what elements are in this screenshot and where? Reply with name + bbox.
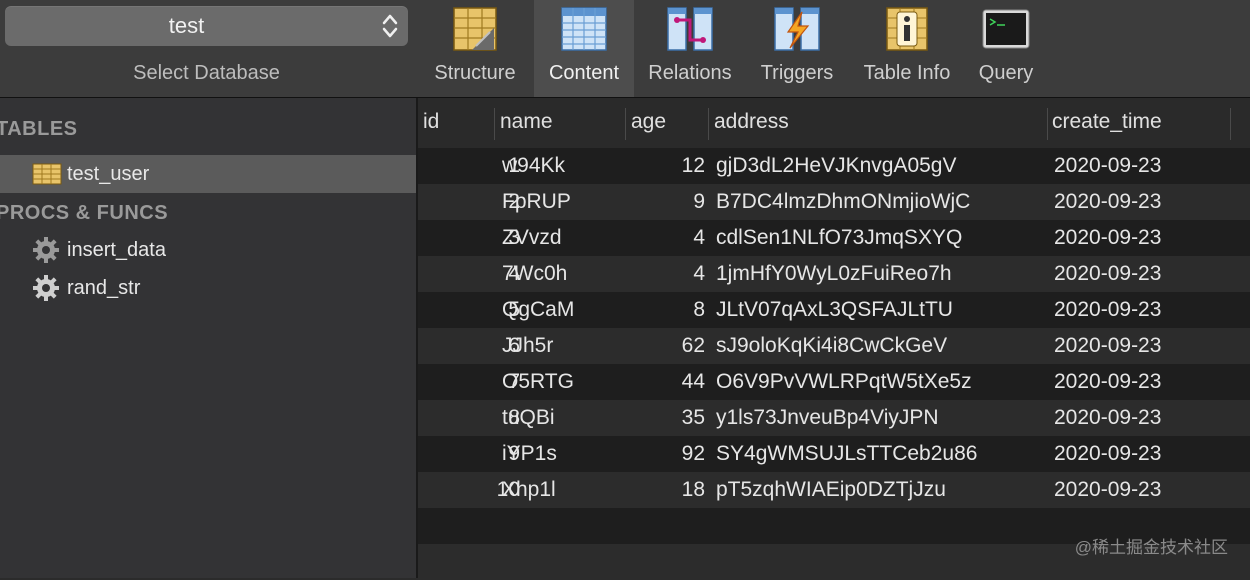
cell-address[interactable]: JLtV07qAxL3QSFAJLtTU	[716, 298, 953, 322]
table-row[interactable]: 1 w94Kk 12 gjD3dL2HeVJKnvgA05gV 2020-09-23	[418, 148, 1250, 184]
cell-age[interactable]: 35	[682, 406, 705, 430]
table-row[interactable]: 8 tuQBi 35 y1ls73JnveuBp4ViyJPN 2020-09-23	[418, 400, 1250, 436]
database-select-label: Select Database	[133, 62, 280, 84]
cell-address[interactable]: sJ9oloKqKi4i8CwCkGeV	[716, 334, 947, 358]
cell-name[interactable]: ZVvzd	[502, 226, 562, 250]
content-table: id name age address create_time 1 w94Kk 12…	[418, 98, 1250, 580]
triggers-button[interactable]: Triggers	[748, 0, 846, 97]
cell-address[interactable]: cdlSen1NLfO73JmqSXYQ	[716, 226, 962, 250]
cell-age[interactable]: 12	[682, 154, 705, 178]
relations-icon	[667, 7, 713, 51]
chevron-up-down-icon	[382, 14, 398, 38]
structure-label: Structure	[434, 62, 516, 84]
relations-label: Relations	[648, 62, 732, 84]
tables-header: TABLES	[0, 118, 78, 140]
cell-name[interactable]: Xhp1l	[502, 478, 556, 502]
cell-address[interactable]: pT5zqhWIAEip0DZTjJzu	[716, 478, 946, 502]
table-info-icon	[886, 7, 928, 51]
cell-name[interactable]: QgCaM	[502, 298, 574, 322]
column-divider[interactable]	[1047, 108, 1048, 140]
table-row[interactable]: 5 QgCaM 8 JLtV07qAxL3QSFAJLtTU 2020-09-23	[418, 292, 1250, 328]
gear-icon	[33, 237, 59, 263]
table-info-label: Table Info	[863, 62, 951, 84]
column-divider[interactable]	[1230, 108, 1231, 140]
query-icon	[982, 9, 1030, 49]
table-row[interactable]: 4 7Wc0h 4 1jmHfY0WyL0zFuiReo7h 2020-09-23	[418, 256, 1250, 292]
sidebar-item-test-user[interactable]: test_user	[0, 155, 416, 193]
query-label: Query	[978, 62, 1034, 84]
column-header-create-time[interactable]: create_time	[1052, 110, 1162, 134]
cell-name[interactable]: iYP1s	[502, 442, 557, 466]
toolbar: test Select Database Structure Content R…	[0, 0, 1250, 98]
database-select-value: test	[168, 13, 205, 38]
relations-button[interactable]: Relations	[640, 0, 740, 97]
structure-icon	[453, 7, 497, 51]
database-select[interactable]: test	[5, 6, 408, 46]
cell-address[interactable]: y1ls73JnveuBp4ViyJPN	[716, 406, 939, 430]
table-row[interactable]: 6 JJh5r 62 sJ9oloKqKi4i8CwCkGeV 2020-09-23	[418, 328, 1250, 364]
structure-button[interactable]: Structure	[420, 0, 530, 97]
cell-address[interactable]: 1jmHfY0WyL0zFuiReo7h	[716, 262, 952, 286]
cell-create-time[interactable]: 2020-09-23	[1054, 406, 1161, 430]
sidebar-item-rand-str[interactable]: rand_str	[0, 269, 416, 307]
cell-create-time[interactable]: 2020-09-23	[1054, 262, 1161, 286]
cell-create-time[interactable]: 2020-09-23	[1054, 154, 1161, 178]
column-divider[interactable]	[708, 108, 709, 140]
gear-icon	[33, 275, 59, 301]
table-row[interactable]: 3 ZVvzd 4 cdlSen1NLfO73JmqSXYQ 2020-09-23	[418, 220, 1250, 256]
cell-age[interactable]: 9	[693, 190, 705, 214]
column-header-name[interactable]: name	[500, 110, 553, 134]
table-row[interactable]: 7 O5RTG 44 O6V9PvVWLRPqtW5tXe5z 2020-09-23	[418, 364, 1250, 400]
sidebar-item-label: test_user	[67, 163, 150, 185]
sidebar-item-label: insert_data	[67, 239, 166, 261]
triggers-label: Triggers	[760, 62, 834, 84]
cell-create-time[interactable]: 2020-09-23	[1054, 442, 1161, 466]
table-icon	[32, 163, 62, 185]
cell-create-time[interactable]: 2020-09-23	[1054, 190, 1161, 214]
cell-age[interactable]: 8	[693, 298, 705, 322]
content-label: Content	[548, 62, 620, 84]
cell-create-time[interactable]: 2020-09-23	[1054, 370, 1161, 394]
cell-create-time[interactable]: 2020-09-23	[1054, 298, 1161, 322]
column-header-age[interactable]: age	[631, 110, 666, 134]
cell-age[interactable]: 4	[693, 226, 705, 250]
table-row[interactable]: 2 FpRUP 9 B7DC4lmzDhmONmjioWjC 2020-09-23	[418, 184, 1250, 220]
column-header-id[interactable]: id	[423, 110, 439, 134]
sidebar: TABLES test_user PROCS & FUNCS insert_da…	[0, 98, 418, 578]
procs-header: PROCS & FUNCS	[0, 202, 169, 224]
column-divider[interactable]	[494, 108, 495, 140]
table-info-button[interactable]: Table Info	[852, 0, 962, 97]
cell-create-time[interactable]: 2020-09-23	[1054, 334, 1161, 358]
cell-address[interactable]: gjD3dL2HeVJKnvgA05gV	[716, 154, 957, 178]
cell-age[interactable]: 62	[682, 334, 705, 358]
cell-age[interactable]: 18	[682, 478, 705, 502]
watermark: @稀土掘金技术社区	[1074, 538, 1228, 557]
cell-create-time[interactable]: 2020-09-23	[1054, 226, 1161, 250]
query-button[interactable]: Query	[966, 0, 1046, 97]
cell-address[interactable]: SY4gWMSUJLsTTCeb2u86	[716, 442, 977, 466]
cell-age[interactable]: 44	[682, 370, 705, 394]
triggers-icon	[774, 7, 820, 51]
table-header: id name age address create_time	[418, 98, 1250, 148]
column-header-address[interactable]: address	[714, 110, 789, 134]
cell-name[interactable]: O5RTG	[502, 370, 574, 394]
table-row[interactable]: 9 iYP1s 92 SY4gWMSUJLsTTCeb2u86 2020-09-23	[418, 436, 1250, 472]
cell-name[interactable]: 7Wc0h	[502, 262, 567, 286]
cell-age[interactable]: 4	[693, 262, 705, 286]
content-icon	[561, 7, 607, 51]
cell-create-time[interactable]: 2020-09-23	[1054, 478, 1161, 502]
sidebar-item-insert-data[interactable]: insert_data	[0, 231, 416, 269]
table-row[interactable]: 10 Xhp1l 18 pT5zqhWIAEip0DZTjJzu 2020-09-23	[418, 472, 1250, 508]
content-button[interactable]: Content	[534, 0, 634, 97]
cell-address[interactable]: O6V9PvVWLRPqtW5tXe5z	[716, 370, 972, 394]
cell-address[interactable]: B7DC4lmzDhmONmjioWjC	[716, 190, 970, 214]
sidebar-item-label: rand_str	[67, 277, 141, 299]
cell-age[interactable]: 92	[682, 442, 705, 466]
cell-name[interactable]: FpRUP	[502, 190, 571, 214]
cell-name[interactable]: tuQBi	[502, 406, 555, 430]
cell-name[interactable]: JJh5r	[502, 334, 553, 358]
column-divider[interactable]	[625, 108, 626, 140]
cell-name[interactable]: w94Kk	[502, 154, 565, 178]
